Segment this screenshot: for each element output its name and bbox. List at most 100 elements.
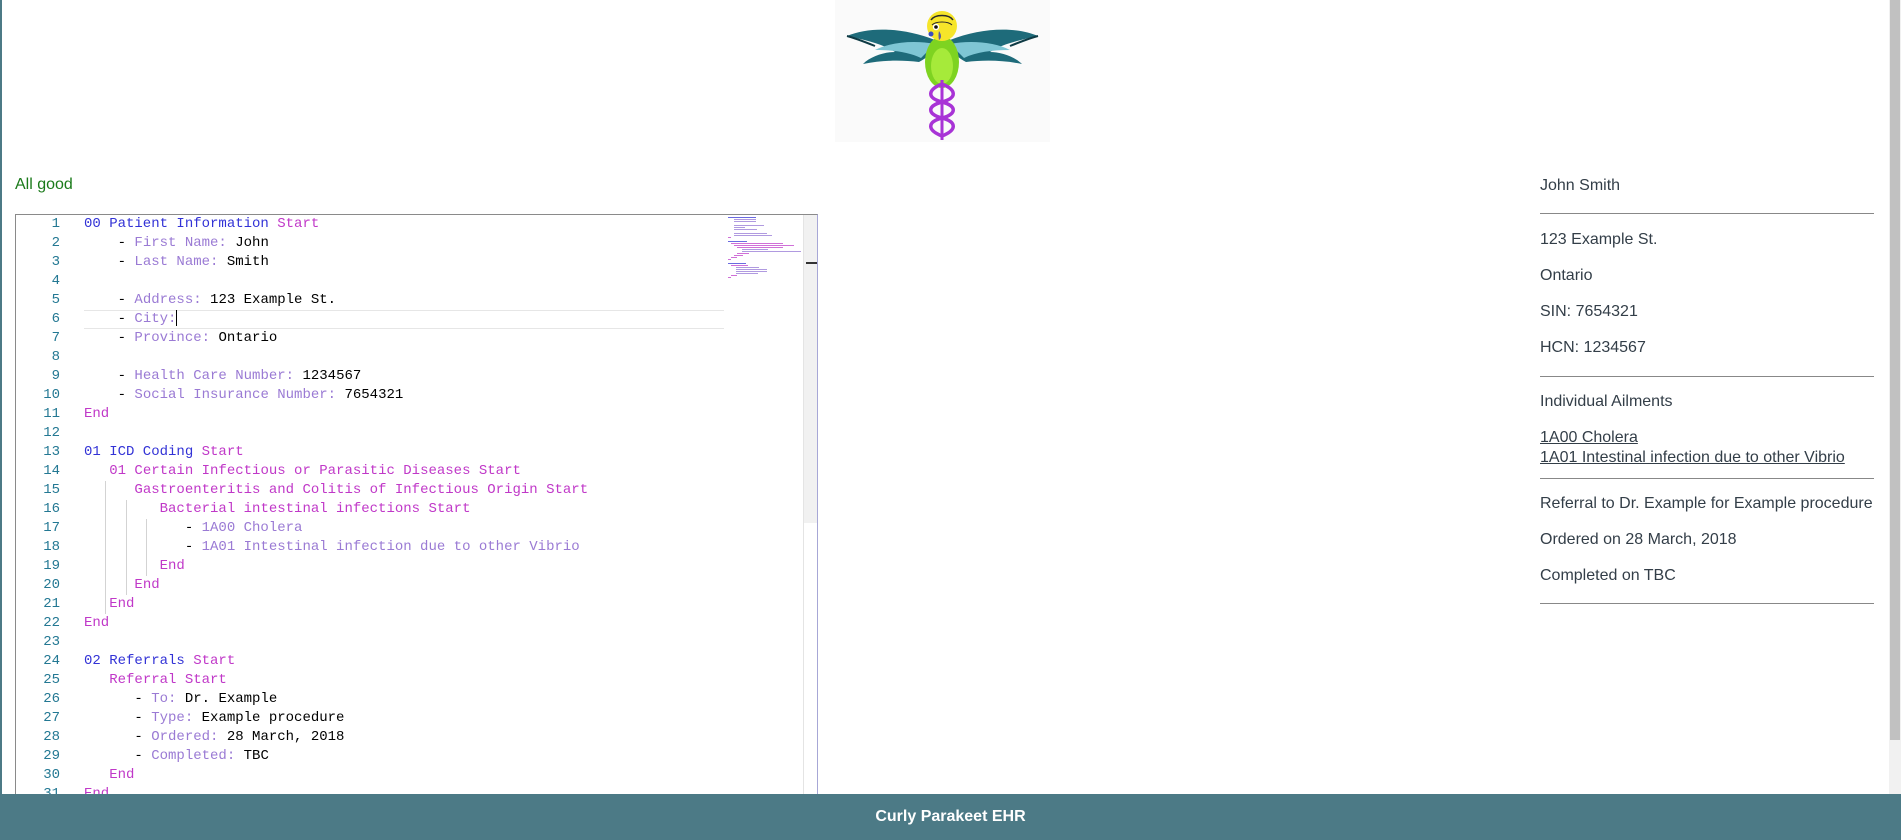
code-line[interactable]: 16 Bacterial intestinal infections Start [16,500,726,519]
code-token: To: [151,691,177,707]
code-line[interactable]: 15 Gastroenteritis and Colitis of Infect… [16,481,726,500]
code-text[interactable]: End [84,557,185,576]
code-line[interactable]: 18 - 1A01 Intestinal infection due to ot… [16,538,726,557]
code-token: End [109,767,135,783]
code-line[interactable]: 25 Referral Start [16,671,726,690]
code-token: - [84,368,135,384]
code-text[interactable]: - Type: Example procedure [84,709,344,728]
code-text[interactable]: - Health Care Number: 1234567 [84,367,362,386]
indent-guide [105,481,106,614]
code-line[interactable]: 29 - Completed: TBC [16,747,726,766]
code-line[interactable]: 10 - Social Insurance Number: 7654321 [16,386,726,405]
line-number: 3 [51,254,60,270]
editor-cursor-marker [806,262,817,264]
code-line[interactable]: 28 - Ordered: 28 March, 2018 [16,728,726,747]
code-line[interactable]: 19 End [16,557,726,576]
code-line[interactable]: 17 - 1A00 Cholera [16,519,726,538]
code-line[interactable]: 24 02 Referrals Start [16,652,726,671]
minimap-line [736,267,759,268]
code-text[interactable]: - City: [84,310,178,329]
parakeet-logo [835,0,1050,142]
minimap-line [731,275,737,276]
line-number: 16 [43,501,60,517]
code-line[interactable]: 2 - First Name: John [16,234,726,253]
line-number: 14 [43,463,60,479]
code-text[interactable]: - 1A01 Intestinal infection due to other… [84,538,580,557]
code-text[interactable]: - Address: 123 Example St. [84,291,336,310]
text-cursor [176,310,178,327]
code-token: - [84,520,202,536]
minimap-line [728,263,746,264]
code-token: - [84,539,202,555]
page-scrollbar[interactable] [1889,0,1901,800]
code-line[interactable]: 20 End [16,576,726,595]
minimap-line [736,273,758,274]
code-line[interactable]: 12 [16,424,726,443]
editor-scrollbar[interactable] [803,215,817,801]
line-number: 11 [43,406,60,422]
page-scrollbar-thumb[interactable] [1890,0,1900,740]
code-text[interactable]: 01 ICD Coding Start [84,443,244,462]
minimap-line [734,255,743,256]
code-line[interactable]: 1 00 Patient Information Start [16,215,726,234]
code-line[interactable]: 5 - Address: 123 Example St. [16,291,726,310]
line-number: 23 [43,634,60,650]
code-token: - [84,691,152,707]
code-line[interactable]: 27 - Type: Example procedure [16,709,726,728]
code-token: 01 ICD Coding [84,444,202,460]
code-text[interactable]: Referral Start [84,671,227,690]
code-token: - [84,330,135,346]
code-line[interactable]: 9 - Health Care Number: 1234567 [16,367,726,386]
ailment-link-cholera[interactable]: 1A00 Cholera [1540,429,1638,447]
code-token: 123 Example St. [201,292,337,308]
code-token: City: [134,311,177,327]
code-token: - [84,748,152,764]
code-text[interactable]: End [84,766,134,785]
code-line[interactable]: 6 - City: [16,310,726,329]
code-text[interactable]: End [84,576,159,595]
code-line[interactable]: 4 [16,272,726,291]
code-token: Start [277,216,320,232]
code-text[interactable]: - Ordered: 28 March, 2018 [84,728,344,747]
code-text[interactable]: Bacterial intestinal infections Start [84,500,471,519]
editor-minimap[interactable] [726,215,804,285]
code-text[interactable]: - To: Dr. Example [84,690,277,709]
code-line[interactable]: 7 - Province: Ontario [16,329,726,348]
line-number: 8 [51,349,60,365]
code-line[interactable]: 21 End [16,595,726,614]
code-line[interactable]: 26 - To: Dr. Example [16,690,726,709]
code-token: Ordered: [151,729,219,745]
code-text[interactable]: 01 Certain Infectious or Parasitic Disea… [84,462,521,481]
code-line[interactable]: 14 01 Certain Infectious or Parasitic Di… [16,462,726,481]
code-text[interactable]: - Last Name: Smith [84,253,269,272]
code-line[interactable]: 23 [16,633,726,652]
ailment-link-vibrio[interactable]: 1A01 Intestinal infection due to other V… [1540,449,1845,467]
code-line[interactable]: 3 - Last Name: Smith [16,253,726,272]
code-text[interactable]: - Province: Ontario [84,329,278,348]
code-token: 1A00 Cholera [201,520,303,536]
code-text[interactable]: 00 Patient Information Start [84,215,319,234]
code-text[interactable]: Gastroenteritis and Colitis of Infectiou… [84,481,588,500]
code-editor[interactable]: 1 00 Patient Information Start 2 - First N… [15,214,818,802]
code-text[interactable]: End [84,405,109,424]
minimap-line [736,269,767,270]
code-text[interactable]: - Completed: TBC [84,747,268,766]
code-text[interactable]: End [84,595,134,614]
code-text[interactable]: 02 Referrals Start [84,652,235,671]
referral-summary: Referral to Dr. Example for Example proc… [1540,495,1873,512]
code-line[interactable]: 13 01 ICD Coding Start [16,443,726,462]
line-number: 1 [51,216,60,232]
code-line[interactable]: 22 End [16,614,726,633]
code-token: Smith [218,254,269,270]
code-text[interactable]: End [84,614,109,633]
code-text[interactable]: - 1A00 Cholera [84,519,303,538]
code-line[interactable]: 11 End [16,405,726,424]
code-token: Social Insurance Number: [134,387,337,403]
code-line[interactable]: 30 End [16,766,726,785]
minimap-line [737,247,783,248]
code-text[interactable]: - First Name: John [84,234,269,253]
line-number: 18 [43,539,60,555]
code-line[interactable]: 8 [16,348,726,367]
code-text[interactable]: - Social Insurance Number: 7654321 [84,386,404,405]
